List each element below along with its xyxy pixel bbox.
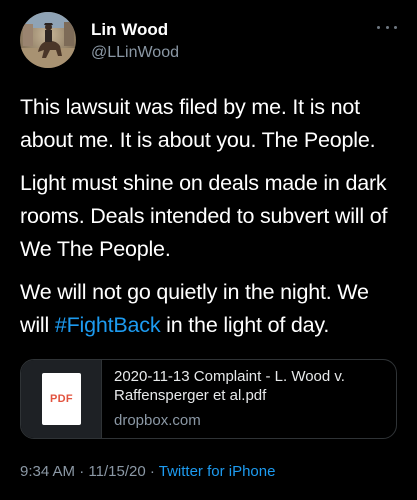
tweet-metadata: 9:34 AM · 11/15/20 · Twitter for iPhone (20, 462, 275, 482)
avatar-image (20, 12, 76, 68)
attachment-title: 2020-11-13 Complaint - L. Wood v. Raffen… (114, 368, 345, 404)
more-horizontal-icon[interactable] (377, 22, 397, 32)
meta-separator: · (75, 463, 89, 480)
tweet-text: This lawsuit was filed by me. It is not … (20, 91, 400, 352)
attachment-thumbnail: PDF (21, 360, 102, 438)
tweet-paragraph: Light must shine on deals made in dark r… (20, 171, 388, 261)
author-names: Lin Wood @LLinWood (91, 20, 179, 63)
tweet-source-link[interactable]: Twitter for iPhone (159, 463, 276, 480)
attachment-card[interactable]: PDF 2020-11-13 Complaint - L. Wood v. Ra… (20, 359, 397, 439)
tweet-date[interactable]: 11/15/20 (88, 463, 145, 480)
attachment-info: 2020-11-13 Complaint - L. Wood v. Raffen… (114, 367, 389, 430)
tweet-paragraph: This lawsuit was filed by me. It is not … (20, 95, 376, 152)
hashtag-link[interactable]: #FightBack (55, 313, 161, 337)
attachment-domain: dropbox.com (114, 412, 201, 429)
tweet-time[interactable]: 9:34 AM (20, 463, 75, 480)
avatar[interactable] (20, 12, 76, 68)
tweet-header: Lin Wood @LLinWood (20, 12, 397, 72)
user-handle[interactable]: @LLinWood (91, 43, 179, 63)
pdf-icon-label: PDF (50, 393, 73, 405)
display-name[interactable]: Lin Wood (91, 20, 179, 40)
tweet: Lin Wood @LLinWood This lawsuit was file… (0, 0, 417, 500)
tweet-paragraph: We will not go quietly in the night. We … (20, 276, 400, 342)
pdf-file-icon: PDF (42, 373, 81, 425)
meta-separator: · (145, 463, 159, 480)
tweet-text-segment: in the light of day. (160, 313, 330, 337)
